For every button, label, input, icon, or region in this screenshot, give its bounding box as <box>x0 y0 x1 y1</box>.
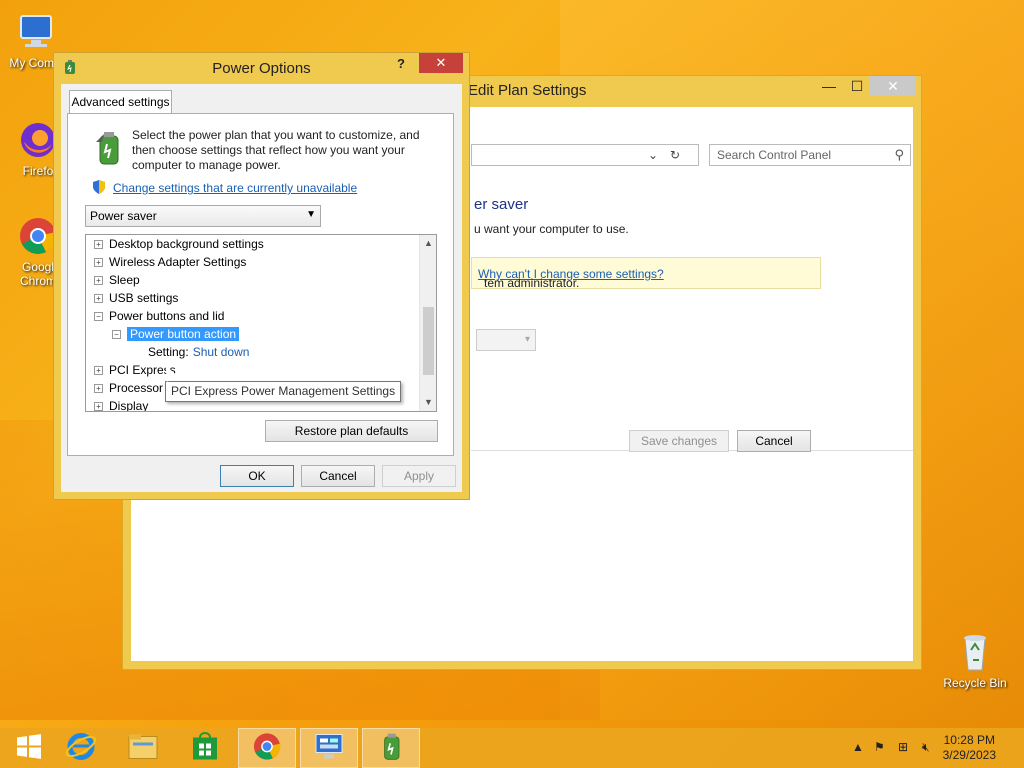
plan-heading: er saver <box>474 196 529 213</box>
scroll-down-icon[interactable]: ▼ <box>420 394 436 411</box>
tab-advanced-settings[interactable]: Advanced settings <box>69 90 172 114</box>
search-icon: ⚲ <box>894 147 904 162</box>
expand-icon[interactable]: + <box>94 240 103 250</box>
desktop-icon-recycle-bin[interactable]: Recycle Bin <box>940 630 1010 690</box>
tree-scrollbar[interactable]: ▲ ▼ <box>419 235 436 411</box>
close-button[interactable]: ✕ <box>870 76 916 96</box>
maximize-button[interactable]: ☐ <box>847 76 867 96</box>
internet-explorer-icon <box>65 731 97 766</box>
clock[interactable]: 10:28 PM 3/29/2023 <box>943 733 996 763</box>
start-icon <box>16 734 42 763</box>
change-settings-link[interactable]: Change settings that are currently unava… <box>113 181 357 195</box>
ok-button[interactable]: OK <box>220 465 294 487</box>
cancel-button[interactable]: Cancel <box>301 465 375 487</box>
disabled-select: ▾ <box>476 329 536 351</box>
save-changes-button[interactable]: Save changes <box>629 430 729 452</box>
search-input[interactable]: Search Control Panel ⚲ <box>709 144 911 166</box>
network-icon[interactable]: ⊞ <box>898 740 908 754</box>
tree-item-setting[interactable]: Setting: Shut down <box>148 343 249 361</box>
tree-item-power-button-action[interactable]: − Power button action <box>112 325 240 343</box>
refresh-icon[interactable]: ↻ <box>665 144 685 166</box>
computer-icon <box>13 10 57 54</box>
tree-item-wireless-adapter[interactable]: + Wireless Adapter Settings <box>94 253 246 271</box>
taskbar-file-explorer[interactable] <box>114 728 172 768</box>
taskbar-power-options[interactable] <box>362 728 420 768</box>
apply-button[interactable]: Apply <box>382 465 456 487</box>
scroll-thumb[interactable] <box>423 307 434 375</box>
battery-plan-icon <box>92 128 124 168</box>
setting-value-link[interactable]: Shut down <box>193 345 250 359</box>
cancel-button[interactable]: Cancel <box>737 430 811 452</box>
plan-description: u want your computer to use. <box>474 222 629 236</box>
action-center-icon[interactable]: ⚑ <box>874 740 885 754</box>
dialog-title: Power Options <box>212 60 311 77</box>
expand-icon[interactable]: + <box>94 258 103 268</box>
uac-shield-icon <box>91 179 107 195</box>
tooltip: PCI Express Power Management Settings <box>165 381 402 402</box>
chrome-icon <box>251 731 283 766</box>
admin-info-bar: tem administrator. Why can't I change so… <box>471 257 821 290</box>
expand-icon[interactable]: + <box>94 366 103 376</box>
expand-icon[interactable]: + <box>94 294 103 304</box>
tree-item-display[interactable]: + Display <box>94 397 148 411</box>
restore-plan-defaults-button[interactable]: Restore plan defaults <box>265 420 438 442</box>
chevron-down-icon: ▼ <box>306 209 316 220</box>
recycle-bin-icon <box>953 630 997 674</box>
volume-muted-icon[interactable]: 🔇︎ <box>922 740 930 755</box>
intro-text: Select the power plan that you want to c… <box>132 128 420 172</box>
tree-item-power-buttons-lid[interactable]: − Power buttons and lid <box>94 307 224 325</box>
power-options-dialog[interactable]: Power Options ? ✕ Advanced settings Sele… <box>53 52 470 500</box>
taskbar-internet-explorer[interactable] <box>52 728 110 768</box>
tree-item-desktop-background[interactable]: + Desktop background settings <box>94 235 264 253</box>
taskbar: ▲ ⚑ ⊞ 🔇︎ 10:28 PM 3/29/2023 <box>0 728 1024 768</box>
plan-select[interactable]: Power saver ▼ <box>85 205 321 227</box>
tree-item-processor[interactable]: + Processor <box>94 379 163 397</box>
collapse-icon[interactable]: − <box>94 312 103 322</box>
file-explorer-icon <box>127 733 159 764</box>
start-button[interactable] <box>0 728 58 768</box>
tree-item-sleep[interactable]: + Sleep <box>94 271 140 289</box>
store-icon <box>191 732 219 765</box>
minimize-button[interactable]: — <box>819 76 839 96</box>
dialog-body: Advanced settings Select the power plan … <box>61 84 462 492</box>
expand-icon[interactable]: + <box>94 402 103 411</box>
tab-panel: Select the power plan that you want to c… <box>67 113 454 456</box>
tree-item-usb-settings[interactable]: + USB settings <box>94 289 178 307</box>
close-button[interactable]: ✕ <box>419 53 463 73</box>
scroll-up-icon[interactable]: ▲ <box>420 235 436 252</box>
collapse-icon[interactable]: − <box>112 330 121 340</box>
help-button[interactable]: ? <box>397 56 405 71</box>
window-title: Edit Plan Settings <box>468 82 587 99</box>
expand-icon[interactable]: + <box>94 384 103 394</box>
taskbar-chrome[interactable] <box>238 728 296 768</box>
chevron-down-icon[interactable]: ⌄ <box>643 144 663 166</box>
taskbar-control-panel[interactable] <box>300 728 358 768</box>
show-hidden-icons-icon[interactable]: ▲ <box>852 740 864 754</box>
power-options-icon <box>376 731 406 766</box>
taskbar-store[interactable] <box>176 728 234 768</box>
expand-icon[interactable]: + <box>94 276 103 286</box>
control-panel-icon <box>314 733 344 764</box>
